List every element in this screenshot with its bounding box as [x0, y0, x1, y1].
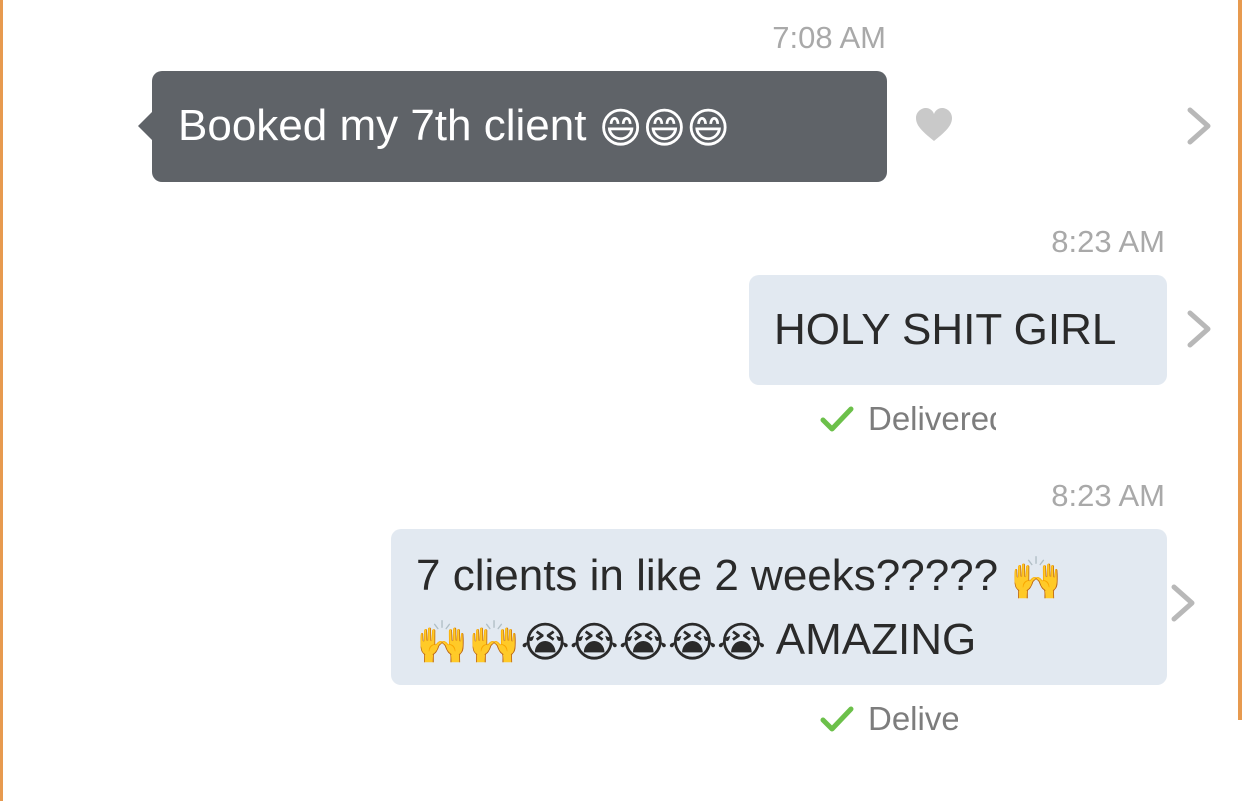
chevron-right-icon[interactable] — [1182, 307, 1218, 351]
grinning-emoji-group: 😄😄😄 — [598, 103, 731, 153]
emoji-group: 🙌🙌😭😭😭😭😭 — [416, 617, 766, 667]
checkmark-icon — [820, 706, 854, 732]
message-text: Booked my 7th client — [178, 101, 587, 150]
delivery-status: Delivered — [820, 696, 958, 738]
app-edge-right — [1238, 0, 1242, 720]
delivery-status: Delivered — [820, 396, 996, 438]
message-text: AMAZING — [775, 615, 977, 665]
chevron-right-icon[interactable] — [1166, 581, 1202, 625]
outgoing-message-bubble[interactable]: HOLY SHIT GIRL — [749, 275, 1167, 385]
raising-hands-emoji: 🙌 — [1010, 553, 1063, 603]
delivery-status-label: Delivered — [868, 400, 996, 438]
heart-icon[interactable] — [915, 107, 953, 143]
message-timestamp: 8:23 AM — [1051, 224, 1165, 259]
app-edge-left — [0, 0, 3, 801]
message-text: 7 clients in like 2 weeks????? — [416, 551, 999, 600]
message-text: HOLY SHIT GIRL — [774, 305, 1117, 354]
message-timestamp: 7:08 AM — [772, 20, 886, 55]
incoming-message-bubble[interactable]: Booked my 7th client 😄😄😄 — [138, 71, 887, 182]
delivery-status-label: Delivered — [868, 700, 958, 738]
outgoing-message-bubble[interactable]: 7 clients in like 2 weeks????? 🙌 🙌🙌😭😭😭😭😭… — [391, 529, 1167, 685]
chevron-right-icon[interactable] — [1182, 104, 1218, 148]
checkmark-icon — [820, 406, 854, 432]
message-timestamp: 8:23 AM — [1051, 478, 1165, 513]
